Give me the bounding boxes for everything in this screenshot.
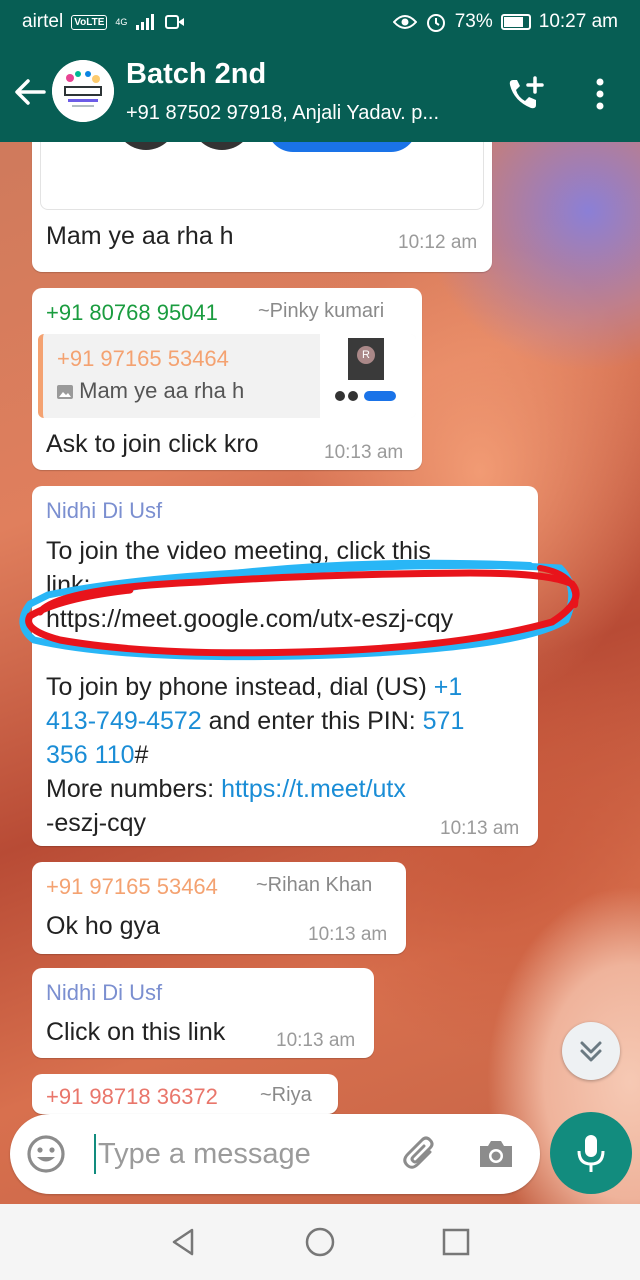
text-cursor: [94, 1134, 96, 1174]
pin-line: 413-749-4572 and enter this PIN: 571: [46, 704, 464, 738]
message-bubble[interactable]: Nidhi Di Usf Click on this link 10:13 am: [32, 968, 374, 1058]
status-right: 73% 10:27 am: [392, 11, 618, 33]
quoted-sender: +91 97165 53464: [57, 346, 229, 371]
message-time: 10:13 am: [276, 1030, 356, 1051]
chat-subtitle[interactable]: +91 87502 97918, Anjali Yadav. p...: [126, 102, 496, 125]
back-arrow-icon[interactable]: [10, 70, 50, 114]
message-time: 10:13 am: [308, 924, 388, 945]
pin-line: 356 110#: [46, 738, 148, 772]
chat-wallpaper: Mam ye aa rha h 10:12 am +91 80768 95041…: [0, 142, 640, 1204]
video-icon: [165, 15, 185, 29]
thumbnail-avatar: R: [357, 346, 375, 364]
media-preview[interactable]: [40, 142, 484, 210]
pin-link[interactable]: 571: [423, 707, 465, 735]
sender-name: ~Pinky kumari: [258, 300, 385, 322]
status-left: airtel VoLTE 4G: [22, 11, 185, 33]
nav-home-icon[interactable]: [304, 1226, 336, 1258]
pin-prefix: and enter this PIN:: [201, 707, 423, 735]
nav-back-icon[interactable]: [168, 1226, 200, 1258]
more-prefix: More numbers:: [46, 775, 222, 803]
sender-number[interactable]: +91 97165 53464: [46, 874, 218, 900]
message-time: 10:12 am: [398, 232, 478, 253]
composer: [10, 1114, 540, 1194]
message-input[interactable]: [98, 1132, 378, 1176]
thumbnail-controls: [335, 391, 396, 401]
phone-link[interactable]: 413-749-4572: [46, 707, 202, 735]
message-text: Ask to join click kro: [46, 430, 259, 458]
message-text: Ok ho gya: [46, 912, 160, 940]
message-bubble[interactable]: Nidhi Di Usf To join the video meeting, …: [32, 486, 538, 846]
camera-off-icon: [115, 142, 177, 150]
message-text: Click on this link: [46, 1018, 226, 1046]
group-logo-icon: [52, 60, 114, 122]
message-bubble[interactable]: +91 80768 95041 ~Pinky kumari +91 97165 …: [32, 288, 422, 470]
quoted-text-label: Mam ye aa rha h: [79, 378, 245, 403]
image-icon: [57, 385, 73, 400]
system-nav-bar: [0, 1204, 640, 1280]
battery-icon: [500, 14, 531, 30]
volte-badge: VoLTE: [71, 14, 108, 30]
chat-title[interactable]: Batch 2nd: [126, 58, 266, 91]
chat-header: Batch 2nd +91 87502 97918, Anjali Yadav.…: [0, 44, 640, 142]
add-call-icon[interactable]: [505, 74, 547, 114]
network-type: 4G: [115, 16, 128, 27]
message-bubble[interactable]: Mam ye aa rha h 10:12 am: [32, 142, 492, 272]
phone-prefix: To join by phone instead, dial (US): [46, 673, 434, 701]
carrier-name: airtel: [22, 11, 64, 32]
sender-number[interactable]: +91 80768 95041: [46, 300, 218, 326]
message-line: link:: [46, 571, 91, 599]
phone-link[interactable]: +1: [434, 673, 463, 701]
scroll-down-icon: [580, 1041, 602, 1062]
message-time: 10:13 am: [324, 442, 404, 463]
sender-name: ~Riya: [260, 1084, 312, 1106]
pin-link[interactable]: 356 110: [46, 741, 135, 769]
status-bar: airtel VoLTE 4G 73% 10:27 am: [0, 0, 640, 44]
message-time: 10:13 am: [440, 818, 520, 839]
clock: 10:27 am: [538, 11, 618, 32]
alarm-icon: [426, 14, 445, 32]
quoted-thumbnail: R: [320, 334, 416, 418]
pin-suffix: #: [134, 741, 149, 769]
message-bubble[interactable]: +91 98718 36372 ~Riya: [32, 1074, 338, 1114]
sender-name[interactable]: Nidhi Di Usf: [46, 980, 162, 1006]
mic-icon: [577, 1135, 605, 1172]
thumbnail-screen: R: [348, 338, 384, 380]
eye-icon: [392, 15, 417, 29]
more-vert-icon[interactable]: [585, 74, 615, 114]
message-line: To join the video meeting, click this: [46, 537, 431, 565]
scroll-down-button[interactable]: [562, 1022, 620, 1080]
emoji-icon[interactable]: [26, 1134, 66, 1174]
signal-icon: [136, 14, 155, 30]
nav-recent-icon[interactable]: [440, 1226, 472, 1258]
sender-number[interactable]: +91 98718 36372: [46, 1084, 218, 1110]
sender-name: ~Rihan Khan: [256, 874, 373, 896]
quoted-text: Mam ye aa rha h: [57, 378, 244, 404]
ask-to-join-button-image: [267, 142, 417, 152]
quoted-message[interactable]: +91 97165 53464 Mam ye aa rha h R: [38, 334, 416, 418]
phone-line: To join by phone instead, dial (US) +1: [46, 670, 462, 704]
mic-off-icon: [191, 142, 253, 150]
sender-name[interactable]: Nidhi Di Usf: [46, 498, 162, 524]
more-numbers-line: More numbers: https://t.meet/utx: [46, 772, 406, 806]
more-numbers-link[interactable]: https://t.meet/utx: [221, 775, 406, 803]
attach-icon[interactable]: [400, 1134, 440, 1174]
more-numbers-link[interactable]: -eszj-cqy: [46, 806, 146, 840]
mic-button[interactable]: [550, 1112, 632, 1194]
battery-fill: [503, 17, 523, 27]
battery-percent: 73%: [454, 11, 493, 32]
camera-icon[interactable]: [476, 1134, 516, 1174]
message-bubble[interactable]: +91 97165 53464 ~Rihan Khan Ok ho gya 10…: [32, 862, 406, 954]
message-text: Mam ye aa rha h: [46, 222, 234, 250]
meet-link[interactable]: https://meet.google.com/utx-eszj-cqy: [46, 602, 453, 636]
group-avatar[interactable]: [52, 60, 114, 122]
